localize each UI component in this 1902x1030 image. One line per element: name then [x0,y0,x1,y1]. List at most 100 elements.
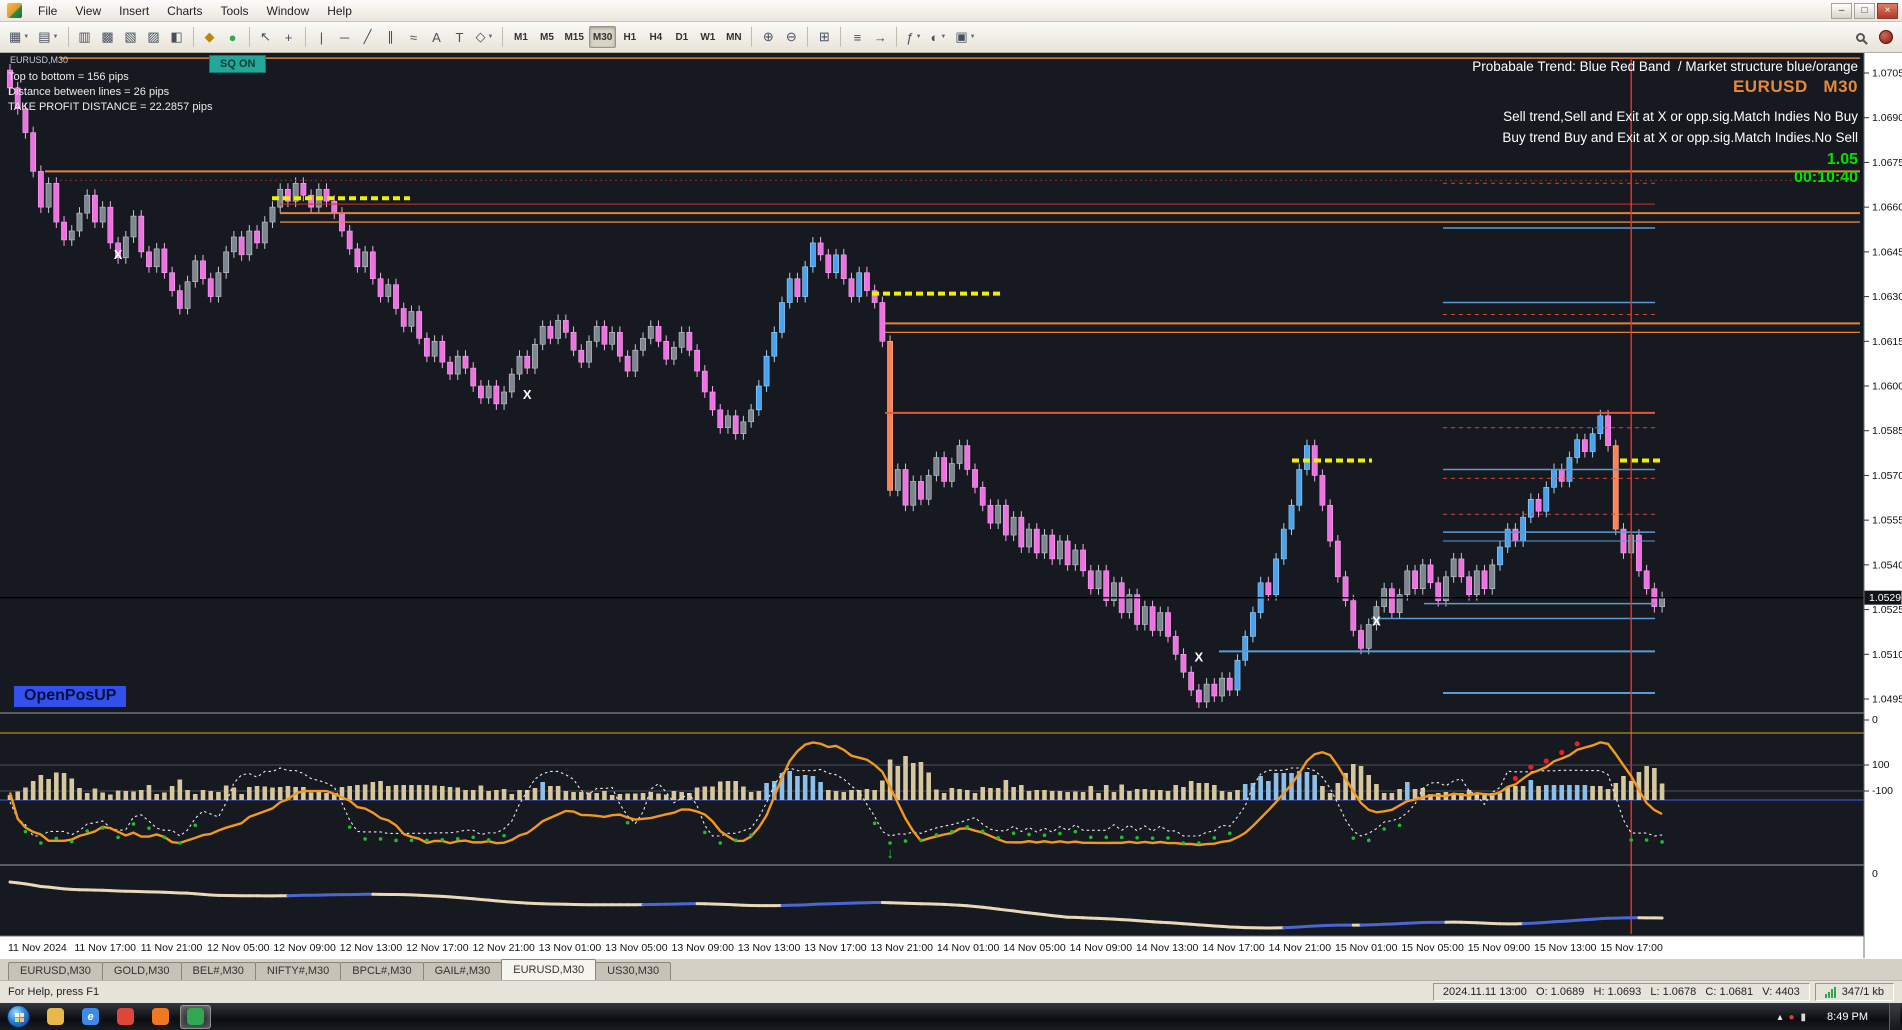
chart-tab-3[interactable]: NIFTY#,M30 [255,962,341,980]
sq-on-button[interactable]: SQ ON [209,55,266,73]
toolbar-separator [840,27,841,47]
chart-tab-5[interactable]: GAIL#,M30 [423,962,503,980]
terminal-button[interactable]: ▨ [143,26,165,48]
tray-alert-icon[interactable]: ● [1788,1012,1794,1023]
data-window-button[interactable]: ▩ [97,26,119,48]
timeframe-mn-button[interactable]: MN [721,26,746,48]
taskbar-explorer-icon[interactable] [40,1005,71,1029]
menu-item-file[interactable]: File [29,1,66,21]
svg-text:14 Nov 13:00: 14 Nov 13:00 [1136,942,1199,954]
svg-text:1.0705: 1.0705 [1872,68,1902,80]
new-order-button[interactable]: ◆ [199,26,221,48]
chart-tab-2[interactable]: BEL#,M30 [181,962,256,980]
timeframe-m30-button[interactable]: M30 [589,26,616,48]
taskbar-metatrader-icon[interactable] [180,1005,211,1029]
search-icon[interactable] [1849,26,1871,48]
chart-area[interactable]: XXXX1.07051.06901.06751.06601.06451.0630… [0,53,1902,958]
svg-text:13 Nov 17:00: 13 Nov 17:00 [804,942,867,954]
menu-bar: FileViewInsertChartsToolsWindowHelp –□× [0,0,1902,22]
vertical-line-button[interactable]: | [311,26,333,48]
chart-tab-7[interactable]: US30,M30 [595,962,671,980]
chart-canvas[interactable]: XXXX1.07051.06901.06751.06601.06451.0630… [0,53,1902,958]
menu-item-view[interactable]: View [66,1,110,21]
zoom-out-button[interactable]: ⊖ [780,26,802,48]
menu-item-charts[interactable]: Charts [158,1,211,21]
auto-scroll-button[interactable]: ≡ [846,26,868,48]
indicators-button[interactable]: ƒ▼ [902,26,925,48]
new-chart-button[interactable]: ▦▼ [5,26,33,48]
chart-tab-4[interactable]: BPCL#,M30 [340,962,423,980]
profiles-button[interactable]: ▤▼ [34,26,62,48]
timeframe-m15-button[interactable]: M15 [560,26,587,48]
windows-taskbar: e ▴ ● ▮ 8:49 PM [0,1003,1902,1030]
text-button[interactable]: A [426,26,448,48]
svg-text:1.0630: 1.0630 [1872,291,1902,303]
svg-text:11 Nov 2024: 11 Nov 2024 [8,942,67,954]
tray-network-icon[interactable]: ▮ [1801,1012,1807,1023]
chart-shift-button[interactable]: → [869,26,891,48]
menu-item-help[interactable]: Help [318,1,361,21]
tray-icons: ▴ ● ▮ [1777,1011,1812,1023]
periods-button[interactable]: ◐▼ [927,26,951,48]
taskbar-icons: e [38,1005,213,1029]
crosshair-button[interactable]: + [278,26,300,48]
timeframe-m1-button[interactable]: M1 [508,26,533,48]
svg-text:12 Nov 09:00: 12 Nov 09:00 [273,942,336,954]
chart-tab-1[interactable]: GOLD,M30 [102,962,182,980]
status-connection: 347/1 kb [1815,983,1894,1001]
svg-text:1.0529: 1.0529 [1869,592,1901,604]
timeframe-d1-button[interactable]: D1 [669,26,694,48]
toolbar-separator [896,27,897,47]
svg-text:1.0525: 1.0525 [1872,604,1902,616]
window-controls: –□× [1831,3,1898,19]
navigator-button[interactable]: ▧ [120,26,142,48]
svg-text:X: X [1372,614,1381,629]
close-button[interactable]: × [1877,3,1898,19]
horizontal-line-button[interactable]: ─ [334,26,356,48]
svg-text:14 Nov 09:00: 14 Nov 09:00 [1070,942,1133,954]
toolbar-separator [305,27,306,47]
start-button[interactable] [7,1005,30,1028]
show-desktop-button[interactable] [1889,1003,1900,1030]
menu-item-window[interactable]: Window [258,1,319,21]
market-watch-button[interactable]: ▥ [74,26,96,48]
text-label-button[interactable]: T [449,26,471,48]
autotrading-button[interactable]: ● [222,26,244,48]
svg-text:0: 0 [1872,714,1878,726]
maximize-button[interactable]: □ [1854,3,1875,19]
timeframe-w1-button[interactable]: W1 [695,26,720,48]
taskbar-firefox-icon[interactable] [145,1005,176,1029]
menu-item-tools[interactable]: Tools [212,1,258,21]
minimize-button[interactable]: – [1831,3,1852,19]
record-icon[interactable] [1879,30,1893,44]
taskbar-clock[interactable]: 8:49 PM [1821,1011,1874,1023]
strategy-tester-button[interactable]: ◧ [166,26,188,48]
magnifier-glyph [1856,33,1865,42]
chart-tab-0[interactable]: EURUSD,M30 [8,962,103,980]
trendline-button[interactable]: ╱ [357,26,379,48]
tile-windows-button[interactable]: ⊞ [813,26,835,48]
svg-text:1.0645: 1.0645 [1872,246,1902,258]
taskbar-chrome-icon[interactable] [110,1005,141,1029]
arrows-button[interactable]: ◇▼ [472,26,498,48]
toolbar-separator [807,27,808,47]
zoom-in-button[interactable]: ⊕ [757,26,779,48]
svg-text:0: 0 [1872,868,1878,880]
menu-item-insert[interactable]: Insert [110,1,158,21]
taskbar-explorer-icon-glyph [47,1008,64,1025]
fibonacci-button[interactable]: ≈ [403,26,425,48]
candle-ohlc-text: 2024.11.11 13:00 O: 1.0689 H: 1.0693 L: … [1443,986,1800,998]
tray-show-hidden-icon[interactable]: ▴ [1777,1012,1782,1023]
templates-button[interactable]: ▣▼ [951,26,979,48]
chart-tab-6[interactable]: EURUSD,M30 [501,959,596,980]
svg-text:12 Nov 05:00: 12 Nov 05:00 [207,942,270,954]
cursor-button[interactable]: ↖ [255,26,277,48]
timeframe-h4-button[interactable]: H4 [643,26,668,48]
timeframe-h1-button[interactable]: H1 [617,26,642,48]
timeframe-m5-button[interactable]: M5 [534,26,559,48]
toolbar-separator [249,27,250,47]
svg-text:1.0675: 1.0675 [1872,157,1902,169]
taskbar-internet-explorer-icon[interactable]: e [75,1005,106,1029]
channel-button[interactable]: ∥ [380,26,402,48]
svg-text:1.0570: 1.0570 [1872,470,1902,482]
